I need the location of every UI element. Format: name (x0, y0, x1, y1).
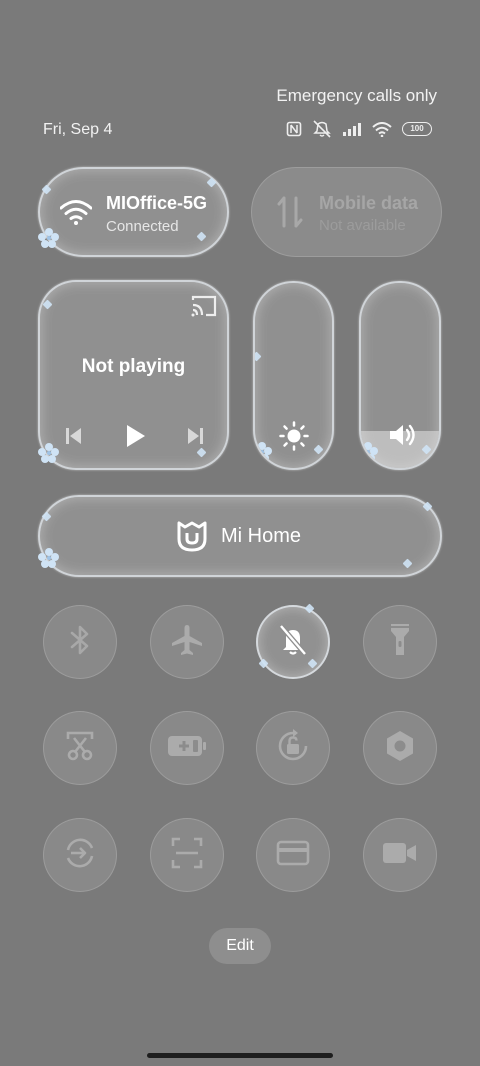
wifi-icon (59, 199, 93, 230)
date-text: Fri, Sep 4 (43, 121, 113, 138)
vibrate-silent-icon (312, 120, 332, 138)
gem-decoration-icon (42, 299, 53, 310)
data-arrows-icon (276, 194, 304, 235)
sun-icon (279, 421, 309, 456)
battery-icon: 100 (402, 122, 432, 136)
gem-decoration-icon (41, 511, 52, 522)
gem-decoration-icon (402, 558, 413, 569)
flower-decoration-icon (255, 441, 273, 463)
toggle-card[interactable] (256, 818, 330, 892)
mobile-data-status: Not available (319, 217, 406, 234)
gem-decoration-icon (255, 351, 262, 362)
toggle-mute[interactable] (256, 603, 330, 679)
mi-home-tile[interactable]: Mi Home (38, 495, 442, 577)
edit-button[interactable]: Edit (209, 928, 271, 964)
gem-decoration-icon (206, 177, 217, 188)
wifi-network-name: MIOffice-5G (106, 193, 208, 213)
status-icons: 100 (286, 120, 432, 138)
toggle-screenshot[interactable] (43, 711, 117, 785)
gem-decoration-icon (41, 184, 52, 195)
mi-home-label: Mi Home (221, 525, 302, 547)
gem-decoration-icon (196, 447, 207, 458)
gem-decoration-icon (422, 501, 433, 512)
toggle-sync[interactable] (43, 818, 117, 892)
media-player-tile[interactable]: Not playing (38, 280, 229, 470)
gesture-home-bar[interactable] (147, 1053, 333, 1058)
speaker-icon (387, 421, 417, 454)
mi-home-icon (176, 519, 208, 558)
toggle-flashlight[interactable] (363, 605, 437, 679)
sync-icon (63, 836, 97, 875)
hexagon-gear-icon (385, 730, 415, 767)
toggle-bluetooth[interactable] (43, 605, 117, 679)
toggle-battery-saver[interactable] (150, 711, 224, 785)
video-camera-icon (382, 841, 418, 870)
scissors-icon (65, 730, 95, 767)
gem-decoration-icon (304, 603, 315, 614)
card-icon (276, 840, 310, 871)
battery-plus-icon (167, 735, 207, 762)
gem-decoration-icon (196, 231, 207, 242)
bell-off-icon (276, 623, 310, 662)
wifi-status: Connected (106, 218, 179, 235)
wifi-icon (372, 121, 392, 137)
signal-icon (342, 122, 362, 136)
emergency-calls-text: Emergency calls only (276, 86, 437, 105)
nfc-icon (286, 121, 302, 137)
mobile-data-label: Mobile data (319, 193, 419, 213)
wifi-tile[interactable]: MIOffice-5G Connected (38, 167, 229, 257)
mobile-data-tile[interactable]: Mobile data Not available (251, 167, 442, 257)
toggle-airplane-mode[interactable] (150, 605, 224, 679)
gem-decoration-icon (307, 658, 318, 669)
toggle-auto-rotate[interactable] (256, 711, 330, 785)
bluetooth-icon (68, 624, 92, 661)
flower-decoration-icon (361, 441, 379, 463)
toggle-scanner[interactable] (150, 818, 224, 892)
rotate-lock-icon (275, 728, 311, 769)
gem-decoration-icon (258, 658, 269, 669)
play-icon[interactable] (125, 423, 147, 454)
flower-decoration-icon (38, 442, 60, 464)
flashlight-icon (388, 622, 412, 663)
brightness-slider[interactable] (253, 281, 334, 470)
volume-slider[interactable] (359, 281, 441, 470)
flower-decoration-icon (38, 227, 60, 249)
cast-icon[interactable] (190, 294, 218, 323)
flower-decoration-icon (38, 547, 60, 569)
toggle-screen-recorder[interactable] (363, 818, 437, 892)
gem-decoration-icon (313, 444, 324, 455)
toggle-settings[interactable] (363, 711, 437, 785)
media-status: Not playing (81, 356, 186, 377)
scan-icon (171, 837, 203, 874)
previous-icon[interactable] (65, 426, 83, 451)
airplane-icon (170, 623, 204, 662)
